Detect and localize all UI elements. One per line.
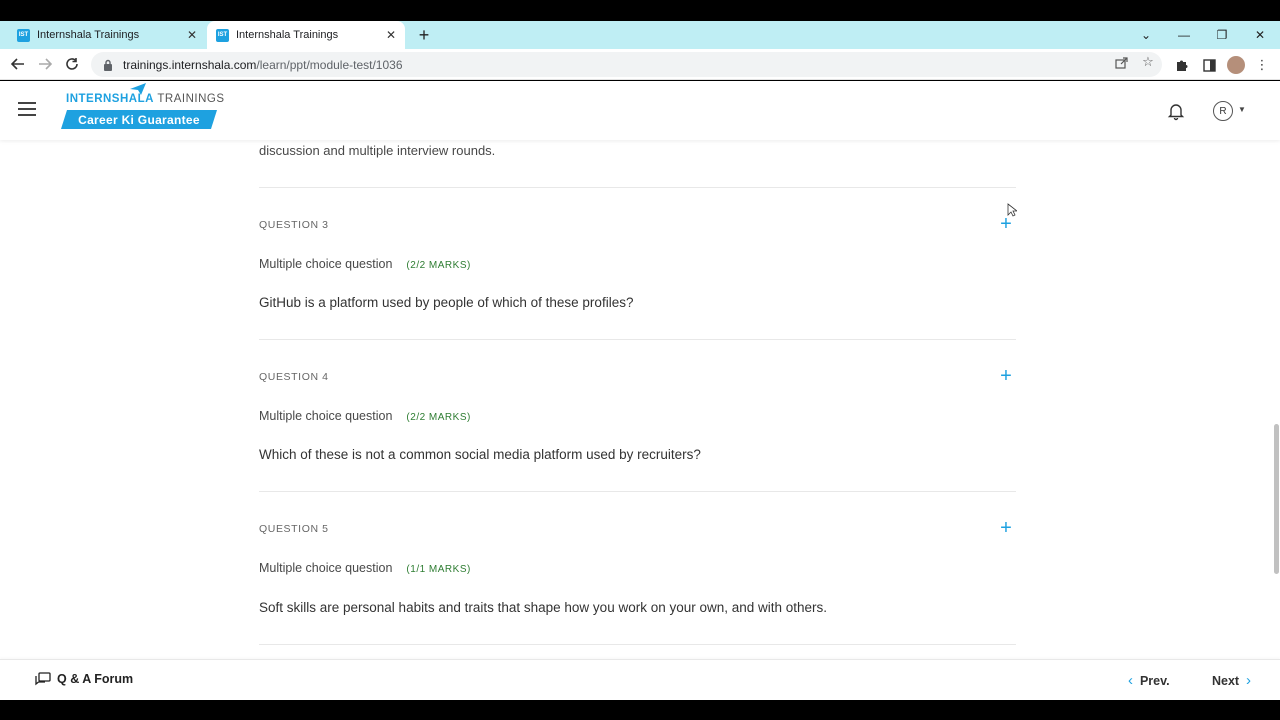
question-type: Multiple choice question (2/2 MARKS) xyxy=(259,257,471,271)
profile-avatar-icon[interactable] xyxy=(1226,55,1246,75)
reload-icon[interactable] xyxy=(61,53,83,75)
prev-label: Prev. xyxy=(1139,673,1170,688)
brand-logo[interactable]: INTERNSHALA TRAININGS xyxy=(66,93,225,105)
question-label: QUESTION 4 xyxy=(259,371,329,383)
question-label: QUESTION 5 xyxy=(259,523,329,535)
question-type-text: Multiple choice question xyxy=(259,409,393,423)
expand-plus-icon[interactable]: + xyxy=(997,518,1015,538)
prev-button[interactable]: ‹ Prev. xyxy=(1128,672,1170,689)
chevron-right-icon: › xyxy=(1246,672,1252,689)
browser-menu-kebab-icon[interactable]: ⋮ xyxy=(1252,55,1272,75)
divider xyxy=(259,491,1016,492)
url-host: trainings.internshala.com xyxy=(123,57,257,72)
window-close-icon[interactable]: ✕ xyxy=(1243,21,1277,49)
side-panel-icon[interactable] xyxy=(1199,55,1219,75)
question-text: Which of these is not a common social me… xyxy=(259,447,701,462)
question-type: Multiple choice question (2/2 MARKS) xyxy=(259,409,471,423)
logo-light-text: TRAININGS xyxy=(153,93,225,105)
address-bar[interactable]: trainings.internshala.com/learn/ppt/modu… xyxy=(91,52,1162,77)
next-button[interactable]: Next › xyxy=(1212,672,1251,689)
qa-forum-button[interactable]: Q & A Forum xyxy=(35,672,133,686)
internshala-favicon-icon: IST xyxy=(17,28,30,42)
next-label: Next xyxy=(1212,673,1240,688)
chat-bubbles-icon xyxy=(35,672,51,686)
divider xyxy=(259,187,1016,188)
browser-toolbar: trainings.internshala.com/learn/ppt/modu… xyxy=(0,49,1280,80)
new-tab-plus-icon[interactable]: + xyxy=(415,21,433,49)
screen: IST Internshala Trainings ✕ IST Internsh… xyxy=(0,0,1280,720)
url-text: trainings.internshala.com/learn/ppt/modu… xyxy=(123,58,403,72)
divider xyxy=(259,339,1016,340)
tab-title: Internshala Trainings xyxy=(236,29,339,41)
lock-icon[interactable] xyxy=(102,59,114,71)
minimize-icon[interactable]: — xyxy=(1167,21,1201,49)
tab-search-chevron-icon[interactable]: ⌄ xyxy=(1129,21,1163,49)
close-tab-icon[interactable]: ✕ xyxy=(383,27,399,43)
user-avatar[interactable]: R xyxy=(1213,101,1233,121)
tab-strip: IST Internshala Trainings ✕ IST Internsh… xyxy=(0,21,1280,49)
chevron-left-icon: ‹ xyxy=(1128,672,1133,689)
bottom-bar: Q & A Forum ‹ Prev. Next › xyxy=(0,659,1280,700)
app-header: INTERNSHALA TRAININGS Career Ki Guarante… xyxy=(0,81,1280,140)
tagline-badge: Career Ki Guarantee xyxy=(61,110,217,129)
question-text: GitHub is a platform used by people of w… xyxy=(259,295,634,310)
page-scrollbar[interactable] xyxy=(1274,424,1279,574)
internshala-favicon-icon: IST xyxy=(216,28,229,42)
question-text: Soft skills are personal habits and trai… xyxy=(259,600,828,615)
page: INTERNSHALA TRAININGS Career Ki Guarante… xyxy=(0,81,1280,700)
question-type-text: Multiple choice question xyxy=(259,561,393,575)
marks-badge: (2/2 MARKS) xyxy=(406,260,471,271)
browser-tab-2[interactable]: IST Internshala Trainings ✕ xyxy=(207,21,405,49)
expand-plus-icon[interactable]: + xyxy=(997,366,1015,386)
expand-plus-icon[interactable]: + xyxy=(997,214,1015,234)
caret-down-icon[interactable]: ▼ xyxy=(1238,105,1248,115)
question-type-text: Multiple choice question xyxy=(259,257,393,271)
share-icon[interactable] xyxy=(1112,53,1130,71)
bookmark-star-icon[interactable]: ☆ xyxy=(1139,53,1157,71)
hamburger-menu-icon[interactable] xyxy=(18,102,36,116)
divider xyxy=(259,644,1016,645)
mouse-pointer-icon xyxy=(1007,203,1017,217)
qa-forum-label: Q & A Forum xyxy=(57,672,134,686)
close-tab-icon[interactable]: ✕ xyxy=(184,27,200,43)
extensions-puzzle-icon[interactable] xyxy=(1172,55,1192,75)
logo-bold-text: INTERNSHALA xyxy=(66,93,154,105)
question-label: QUESTION 3 xyxy=(259,219,329,231)
marks-badge: (1/1 MARKS) xyxy=(406,564,471,575)
marks-badge: (2/2 MARKS) xyxy=(406,412,471,423)
back-arrow-icon[interactable] xyxy=(7,53,29,75)
notification-bell-icon[interactable] xyxy=(1166,101,1186,121)
restore-icon[interactable]: ❐ xyxy=(1205,21,1239,49)
tab-title: Internshala Trainings xyxy=(37,29,140,41)
previous-answer-fragment: discussion and multiple interview rounds… xyxy=(259,143,496,158)
browser-tab-1[interactable]: IST Internshala Trainings ✕ xyxy=(8,21,206,49)
url-path: /learn/ppt/module-test/1036 xyxy=(256,57,403,72)
question-type: Multiple choice question (1/1 MARKS) xyxy=(259,561,471,575)
forward-arrow-icon[interactable] xyxy=(34,53,56,75)
